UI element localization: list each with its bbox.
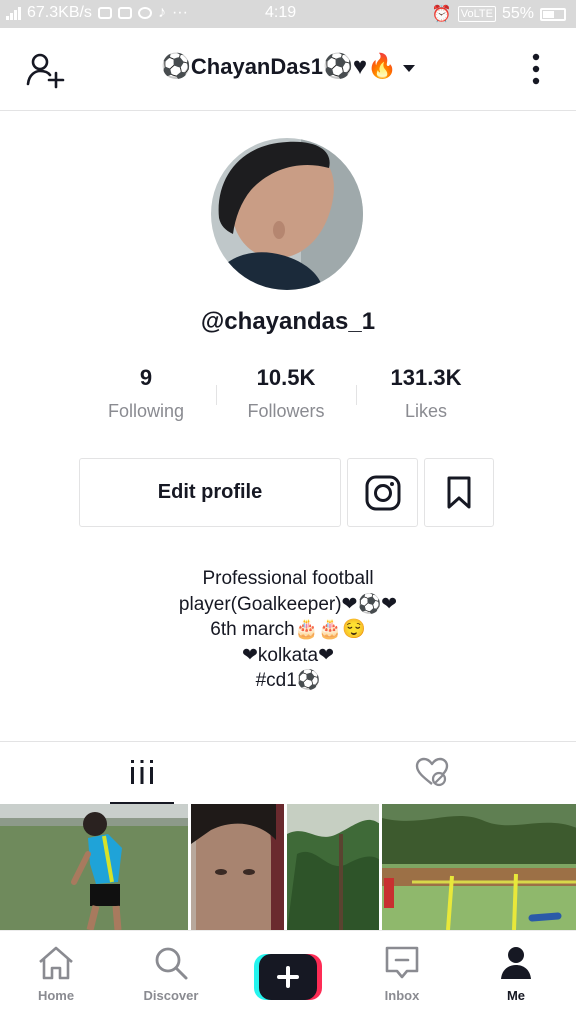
bio-line: ❤kolkata❤ [241,644,335,666]
followers-label: Followers [247,401,325,421]
bio-line: #cd1⚽ [255,670,321,691]
bio-line: 6th march🎂🎂😌 [210,619,366,640]
volte-badge: VoLTE [457,6,496,22]
home-icon [39,946,73,980]
title-prefix: ⚽ [161,53,191,80]
profile-header: ⚽ChayanDas1⚽♥🔥 [0,28,576,111]
tab-videos[interactable] [110,742,174,802]
status-time: 4:19 [265,4,297,21]
youtube-icon [117,7,132,19]
following-count: 9 [139,365,153,390]
nav-me-label: Me [506,988,526,1003]
chevron-down-icon[interactable] [402,64,415,72]
tiktok-icon: ♪ [157,4,166,21]
instagram-button[interactable] [347,458,418,527]
avatar[interactable] [211,138,363,290]
create-video-button[interactable] [254,954,322,1000]
instagram-icon [365,475,400,510]
inbox-icon [385,946,419,979]
edit-profile-button[interactable]: Edit profile [79,458,341,527]
bookmark-icon [447,476,471,508]
nav-discover[interactable]: Discover [121,945,221,1003]
search-icon [155,947,188,980]
grid-icon [131,760,153,784]
status-bar: 67.3KB/s ♪ ··· 4:19 ⏰ VoLTE 55% [0,0,576,28]
nav-inbox-label: Inbox [384,988,420,1003]
favorites-button[interactable] [424,458,494,527]
nav-inbox[interactable]: Inbox [352,945,452,1003]
stat-followers[interactable]: 10.5K Followers [216,365,356,422]
username-title[interactable]: ⚽ChayanDas1⚽♥🔥 [0,52,576,81]
followers-count: 10.5K [256,365,316,390]
tab-liked[interactable] [400,742,464,802]
likes-label: Likes [404,401,448,421]
video-thumbnail[interactable] [191,804,284,930]
status-left: 67.3KB/s ♪ ··· [6,4,188,22]
nav-discover-label: Discover [143,988,199,1003]
stat-following[interactable]: 9 Following [76,365,216,422]
profile-bio: Professional football player(Goalkeeper)… [0,566,576,694]
bio-line: Professional football [202,568,374,589]
alarm-icon: ⏰ [431,6,452,23]
following-label: Following [107,401,185,421]
signal-icon [6,6,21,20]
status-right: ⏰ VoLTE 55% [432,4,566,24]
bottom-navigation: Home Discover Inbox Me [0,930,576,1025]
stat-likes[interactable]: 131.3K Likes [356,365,496,422]
title-name: ChayanDas1 [190,54,323,79]
notification-icon [97,7,112,19]
bio-line: player(Goalkeeper)❤⚽❤ [178,593,398,615]
nav-home-label: Home [37,988,75,1003]
likes-count: 131.3K [390,365,462,390]
profile-handle: @chayandas_1 [200,308,376,335]
person-icon [501,947,531,979]
title-suffix: ⚽♥🔥 [322,53,397,80]
more-notifications-icon: ··· [171,4,188,21]
video-thumbnail[interactable] [0,804,188,930]
content-tabs [0,741,576,805]
battery-percent: 55% [501,5,534,22]
net-speed: 67.3KB/s [27,4,92,21]
plus-icon [254,954,322,1000]
whatsapp-icon [137,7,152,19]
nav-me[interactable]: Me [466,945,566,1003]
battery-icon [540,7,566,21]
liked-hidden-icon [415,757,449,787]
more-vertical-icon[interactable] [530,52,542,93]
video-grid [0,804,576,930]
battery-fill [543,10,554,18]
nav-home[interactable]: Home [6,945,106,1003]
video-thumbnail[interactable] [382,804,576,930]
video-thumbnail[interactable] [286,804,380,930]
